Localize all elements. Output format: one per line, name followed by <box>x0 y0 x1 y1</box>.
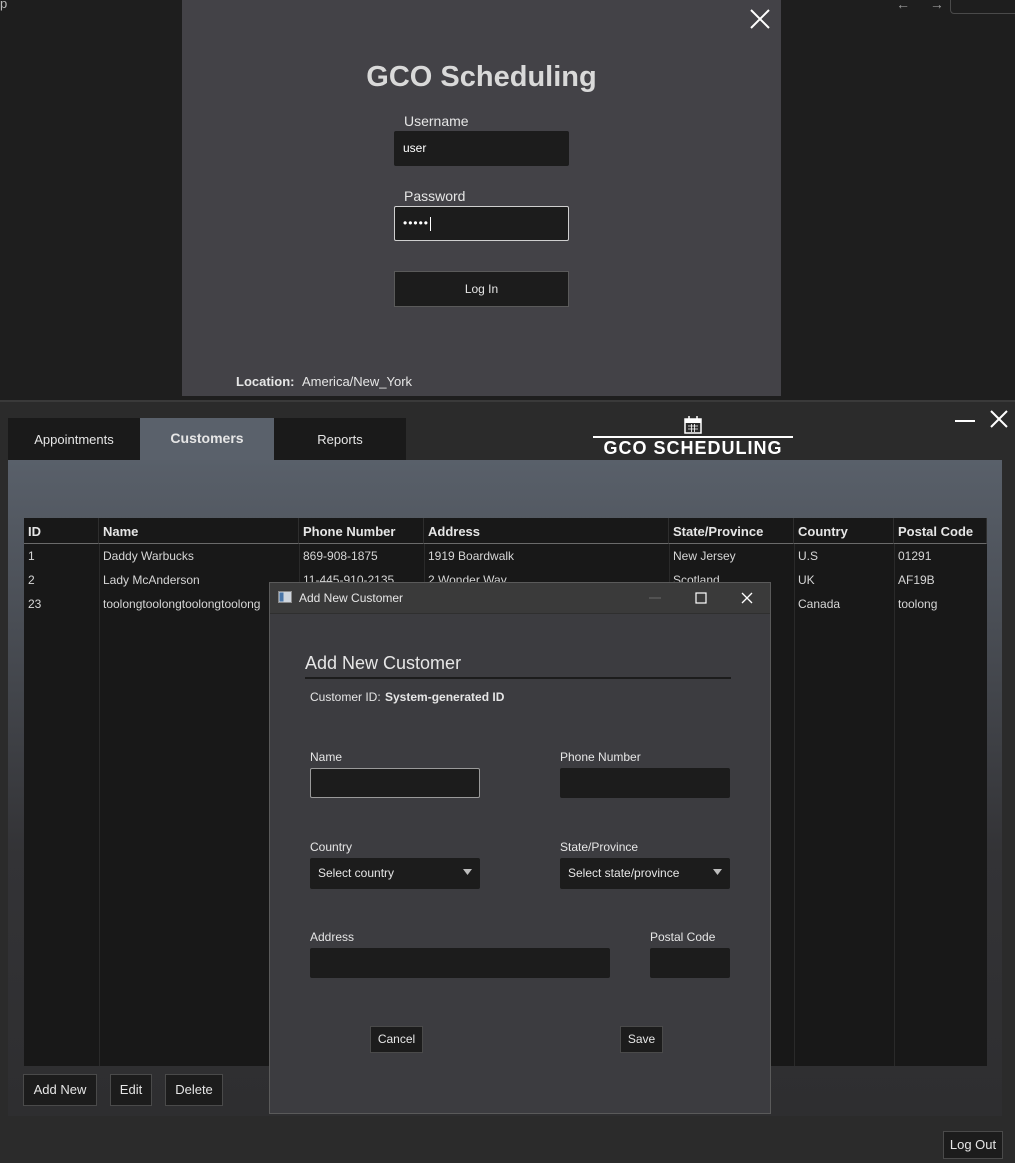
name-field[interactable] <box>310 768 480 798</box>
column-header-address[interactable]: Address <box>424 518 669 544</box>
heading-divider <box>305 677 731 679</box>
close-icon[interactable] <box>988 408 1010 430</box>
column-header-postal[interactable]: Postal Code <box>894 518 987 544</box>
cell-name: Daddy Warbucks <box>103 549 194 563</box>
state-selected-value: Select state/province <box>568 866 680 880</box>
cell-country: UK <box>798 573 815 587</box>
maximize-icon[interactable] <box>694 591 708 605</box>
password-input[interactable]: ••••• <box>394 206 569 241</box>
phone-label: Phone Number <box>560 750 641 764</box>
state-label: State/Province <box>560 840 639 854</box>
chevron-down-icon <box>713 869 722 875</box>
cell-postal: toolong <box>898 597 938 611</box>
window-app-icon <box>278 591 292 603</box>
location-value: America/New_York <box>302 374 413 389</box>
address-label: Address <box>310 930 355 944</box>
cell-state: New Jersey <box>673 549 736 563</box>
cell-country: Canada <box>798 597 841 611</box>
background-search-box[interactable] <box>950 0 1015 14</box>
add-customer-dialog: Add New Customer Add New Customer Custom… <box>269 582 771 1114</box>
minimize-icon <box>649 597 661 599</box>
tab-customers[interactable]: Customers <box>140 418 274 460</box>
app-logo: GCO SCHEDULING <box>593 414 793 462</box>
chevron-down-icon <box>463 869 472 875</box>
name-label: Name <box>310 750 343 764</box>
nav-arrows[interactable]: ← → <box>896 0 952 12</box>
cell-postal: AF19B <box>898 573 935 587</box>
column-header-state[interactable]: State/Province <box>669 518 794 544</box>
calendar-icon <box>684 416 702 434</box>
edit-button[interactable]: Edit <box>110 1074 152 1106</box>
text-caret <box>430 216 432 231</box>
column-header-phone[interactable]: Phone Number <box>299 518 424 544</box>
login-button[interactable]: Log In <box>394 271 569 307</box>
phone-field[interactable] <box>560 768 730 798</box>
log-out-button[interactable]: Log Out <box>943 1131 1003 1159</box>
state-select[interactable]: Select state/province <box>560 858 730 889</box>
cell-country: U.S <box>798 549 819 563</box>
cancel-button[interactable]: Cancel <box>370 1026 423 1053</box>
tab-reports[interactable]: Reports <box>274 418 406 460</box>
logo-text: GCO SCHEDULING <box>603 438 783 458</box>
username-input[interactable]: user <box>394 131 569 166</box>
cell-id: 2 <box>28 573 35 587</box>
tab-appointments[interactable]: Appointments <box>8 418 140 460</box>
delete-button[interactable]: Delete <box>165 1074 223 1106</box>
password-value: ••••• <box>403 216 430 230</box>
address-field[interactable] <box>310 948 610 978</box>
cell-postal: 01291 <box>898 549 932 563</box>
customer-id-label: Customer ID: <box>310 690 381 704</box>
column-divider <box>894 544 895 1066</box>
login-title: GCO Scheduling <box>366 61 597 93</box>
cell-id: 1 <box>28 549 35 563</box>
dialog-heading: Add New Customer <box>305 653 462 673</box>
password-label: Password <box>404 188 466 204</box>
postal-code-field[interactable] <box>650 948 730 978</box>
column-header-id[interactable]: ID <box>24 518 99 544</box>
minimize-icon[interactable] <box>954 416 976 436</box>
close-icon[interactable] <box>749 8 771 30</box>
save-button[interactable]: Save <box>620 1026 663 1053</box>
username-value: user <box>403 141 427 155</box>
country-selected-value: Select country <box>318 866 395 880</box>
column-header-name[interactable]: Name <box>99 518 299 544</box>
column-header-country[interactable]: Country <box>794 518 894 544</box>
cell-address: 1919 Boardwalk <box>428 549 515 563</box>
column-divider <box>99 544 100 1066</box>
background-strip-text: p <box>0 0 8 11</box>
add-new-button[interactable]: Add New <box>23 1074 97 1106</box>
column-divider <box>794 544 795 1066</box>
dialog-window-title: Add New Customer <box>299 591 404 605</box>
country-select[interactable]: Select country <box>310 858 480 889</box>
close-icon[interactable] <box>740 591 754 605</box>
customer-id-value: System-generated ID <box>385 690 505 704</box>
country-label: Country <box>310 840 353 854</box>
location-label: Location: <box>236 374 295 389</box>
login-window: GCO Scheduling Username user Password ••… <box>182 0 781 396</box>
username-label: Username <box>404 113 469 129</box>
postal-code-label: Postal Code <box>650 930 716 944</box>
cell-phone: 869-908-1875 <box>303 549 378 563</box>
dialog-title-bar[interactable]: Add New Customer <box>270 583 770 614</box>
cell-id: 23 <box>28 597 42 611</box>
